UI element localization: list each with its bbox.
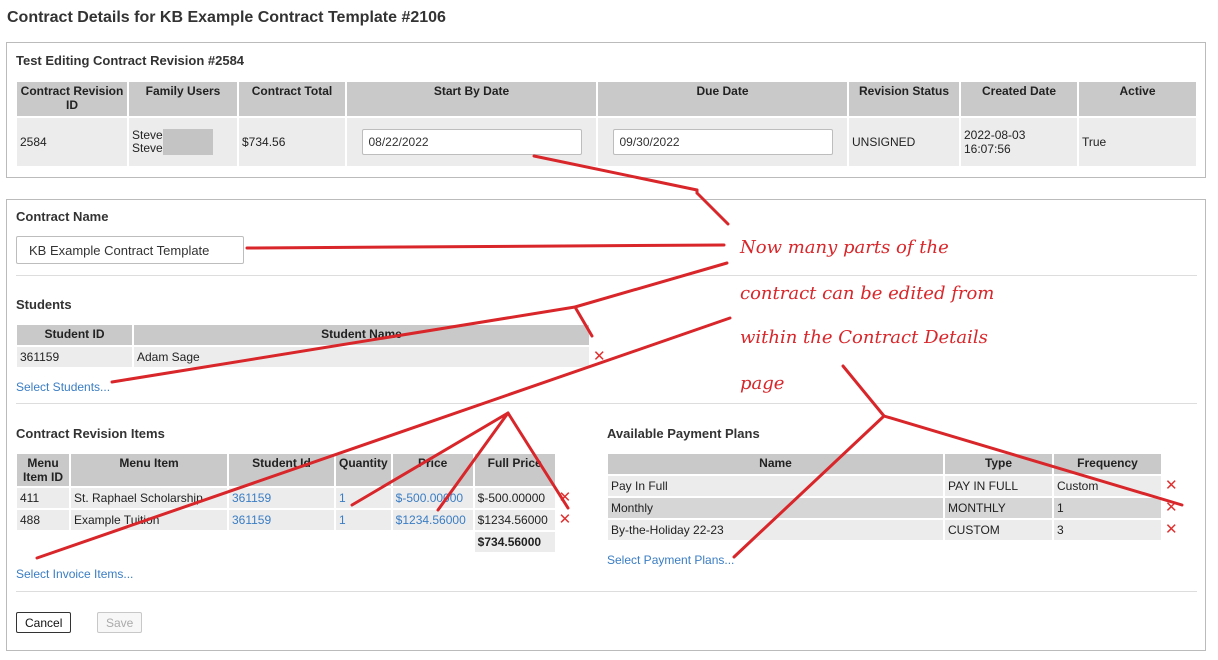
col-revision-id: Contract Revision ID: [17, 82, 127, 116]
family-user-2: Steve: [132, 141, 163, 155]
col-menu-item: Menu Item: [71, 454, 227, 486]
plan-frequency: 3: [1054, 520, 1161, 540]
item-quantity-link[interactable]: 1: [336, 488, 391, 508]
col-created-date: Created Date: [961, 82, 1077, 116]
item-student-link[interactable]: 361159: [229, 488, 334, 508]
annotation-line-3: within the Contract Details: [740, 327, 988, 348]
col-start-by-date: Start By Date: [347, 82, 596, 116]
col-contract-total: Contract Total: [239, 82, 345, 116]
close-x-icon[interactable]: ✕: [559, 489, 572, 506]
select-students-link[interactable]: Select Students...: [16, 380, 110, 394]
col-student-id: Student Id: [229, 454, 334, 486]
col-family-users: Family Users: [129, 82, 237, 116]
contract-name-input[interactable]: [16, 236, 244, 264]
col-plan-name: Name: [608, 454, 943, 474]
close-x-icon[interactable]: ✕: [593, 348, 606, 365]
redacted-block: [162, 129, 213, 155]
created-date: 2022-08-03 16:07:56: [961, 118, 1077, 166]
due-date-input[interactable]: [612, 129, 833, 155]
plans-table: Name Type Frequency Pay In Full PAY IN F…: [606, 452, 1182, 542]
plan-name: Monthly: [608, 498, 943, 518]
contract-edit-panel: Contract Name Students Student ID Studen…: [6, 199, 1206, 651]
student-id: 361159: [17, 347, 132, 367]
select-payment-plans-link[interactable]: Select Payment Plans...: [607, 553, 734, 567]
students-title: Students: [16, 297, 72, 312]
cancel-button[interactable]: Cancel: [16, 612, 72, 633]
col-full-price: Full Price: [474, 454, 555, 486]
revision-title: Test Editing Contract Revision #2584: [16, 53, 245, 68]
due-date-cell: [598, 118, 847, 166]
item-id: 411: [17, 488, 69, 508]
col-active: Active: [1079, 82, 1196, 116]
col-revision-status: Revision Status: [849, 82, 959, 116]
plans-title: Available Payment Plans: [607, 426, 760, 441]
item-row: 488 Example Tuition 361159 1 $1234.56000…: [17, 510, 573, 530]
item-row: 411 St. Raphael Scholarship 361159 1 $-5…: [17, 488, 573, 508]
contract-total: $734.56: [239, 118, 345, 166]
active-value: True: [1079, 118, 1196, 166]
col-student-name: Student Name: [134, 325, 589, 345]
col-plan-type: Type: [945, 454, 1052, 474]
plan-type: MONTHLY: [945, 498, 1052, 518]
plan-frequency: Custom: [1054, 476, 1161, 496]
item-price-link[interactable]: $-500.00000: [392, 488, 473, 508]
col-student-id: Student ID: [17, 325, 132, 345]
item-price-link[interactable]: $1234.56000: [392, 510, 473, 530]
items-table: Menu Item ID Menu Item Student Id Quanti…: [15, 452, 575, 554]
page-title: Contract Details for KB Example Contract…: [7, 9, 446, 26]
annotation-line-4: page: [740, 373, 785, 394]
item-student-link[interactable]: 361159: [229, 510, 334, 530]
item-full-price: $1234.56000: [474, 510, 555, 530]
start-by-date-cell: [347, 118, 596, 166]
plan-row: Monthly MONTHLY 1 ✕: [608, 498, 1180, 518]
plan-name: By-the-Holiday 22-23: [608, 520, 943, 540]
close-x-icon[interactable]: ✕: [1165, 499, 1178, 516]
annotation-line-2: contract can be edited from: [740, 283, 995, 304]
close-x-icon[interactable]: ✕: [559, 511, 572, 528]
item-full-price: $-500.00000: [474, 488, 555, 508]
family-users-cell: Steve Steve: [129, 118, 237, 166]
student-row: 361159 Adam Sage ✕: [17, 347, 609, 367]
divider: [16, 591, 1197, 592]
student-name: Adam Sage: [134, 347, 589, 367]
close-x-icon[interactable]: ✕: [1165, 477, 1178, 494]
annotation-line-1: Now many parts of the: [740, 237, 949, 258]
plan-name: Pay In Full: [608, 476, 943, 496]
plan-type: CUSTOM: [945, 520, 1052, 540]
plan-row: Pay In Full PAY IN FULL Custom ✕: [608, 476, 1180, 496]
revision-table: Contract Revision ID Family Users Contra…: [15, 80, 1198, 168]
revision-status: UNSIGNED: [849, 118, 959, 166]
col-menu-item-id: Menu Item ID: [17, 454, 69, 486]
select-invoice-items-link[interactable]: Select Invoice Items...: [16, 567, 133, 581]
divider: [16, 275, 1197, 276]
save-button[interactable]: Save: [97, 612, 143, 633]
contract-name-label: Contract Name: [16, 209, 109, 224]
plan-row: By-the-Holiday 22-23 CUSTOM 3 ✕: [608, 520, 1180, 540]
col-price: Price: [392, 454, 473, 486]
students-table: Student ID Student Name 361159 Adam Sage…: [15, 323, 611, 369]
col-due-date: Due Date: [598, 82, 847, 116]
item-id: 488: [17, 510, 69, 530]
item-name: St. Raphael Scholarship: [71, 488, 227, 508]
item-quantity-link[interactable]: 1: [336, 510, 391, 530]
start-by-date-input[interactable]: [361, 129, 582, 155]
items-title: Contract Revision Items: [16, 426, 165, 441]
col-quantity: Quantity: [336, 454, 391, 486]
revision-panel: Test Editing Contract Revision #2584 Con…: [6, 42, 1206, 178]
item-name: Example Tuition: [71, 510, 227, 530]
divider: [16, 403, 1197, 404]
plan-frequency: 1: [1054, 498, 1161, 518]
close-x-icon[interactable]: ✕: [1165, 521, 1178, 538]
revision-id: 2584: [17, 118, 127, 166]
plan-type: PAY IN FULL: [945, 476, 1052, 496]
col-plan-frequency: Frequency: [1054, 454, 1161, 474]
items-total: $734.56000: [474, 532, 555, 552]
